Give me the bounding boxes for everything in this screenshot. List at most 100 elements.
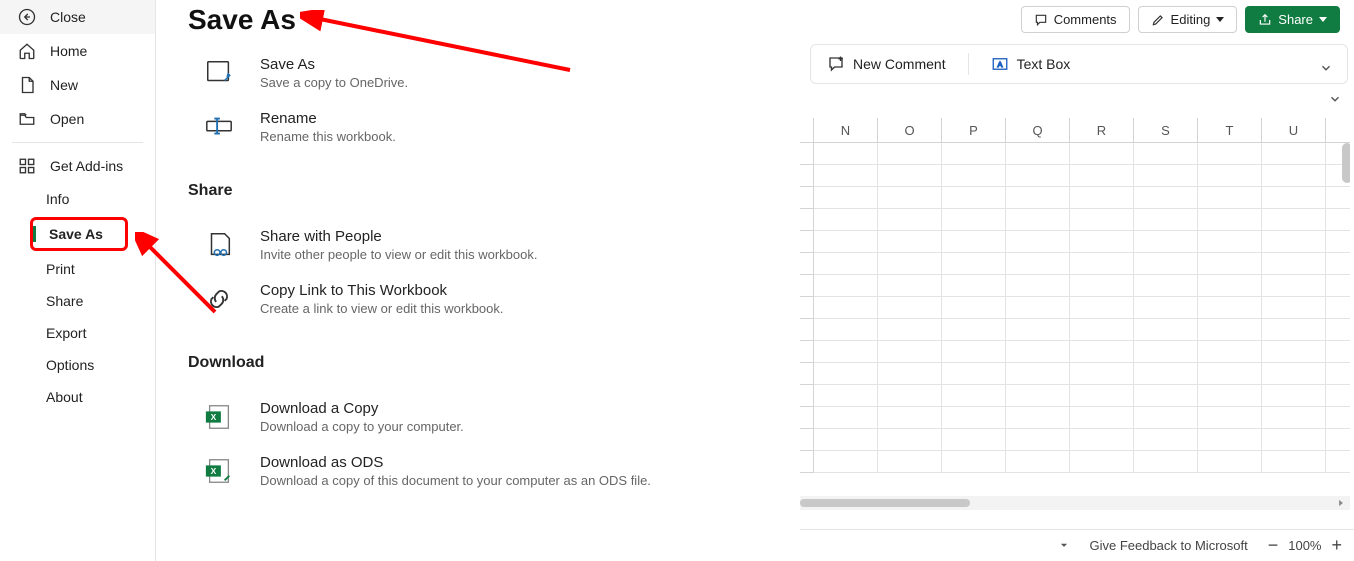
cell[interactable] <box>942 297 1006 319</box>
col-header[interactable]: V <box>1326 118 1350 142</box>
cell[interactable] <box>1006 275 1070 297</box>
cell[interactable] <box>1070 275 1134 297</box>
cell[interactable] <box>1006 187 1070 209</box>
cell[interactable] <box>1070 319 1134 341</box>
cell[interactable] <box>942 363 1006 385</box>
editing-button[interactable]: Editing <box>1138 6 1238 33</box>
cell[interactable] <box>1006 451 1070 473</box>
cell[interactable] <box>878 209 942 231</box>
cell[interactable] <box>814 407 878 429</box>
cell[interactable] <box>1006 231 1070 253</box>
cell[interactable] <box>1262 363 1326 385</box>
cell[interactable] <box>1006 253 1070 275</box>
comments-button[interactable]: Comments <box>1021 6 1130 33</box>
cell[interactable] <box>1262 187 1326 209</box>
row-gutter[interactable] <box>800 363 814 385</box>
col-header[interactable]: O <box>878 118 942 142</box>
cell[interactable] <box>1006 165 1070 187</box>
cell[interactable] <box>1070 209 1134 231</box>
cell[interactable] <box>1006 429 1070 451</box>
cell[interactable] <box>1198 451 1262 473</box>
row-gutter[interactable] <box>800 275 814 297</box>
col-header[interactable]: R <box>1070 118 1134 142</box>
cell[interactable] <box>878 297 942 319</box>
text-box-button[interactable]: A Text Box <box>985 51 1077 77</box>
cell[interactable] <box>942 429 1006 451</box>
cell[interactable] <box>878 451 942 473</box>
row-gutter[interactable] <box>800 165 814 187</box>
cell[interactable] <box>1006 319 1070 341</box>
info-item[interactable]: Info <box>0 183 155 215</box>
col-header[interactable]: Q <box>1006 118 1070 142</box>
cell[interactable] <box>1070 253 1134 275</box>
cell[interactable] <box>1326 407 1350 429</box>
cell[interactable] <box>814 363 878 385</box>
scroll-right-button[interactable] <box>1334 496 1348 510</box>
cell[interactable] <box>1070 187 1134 209</box>
spreadsheet-grid[interactable]: NOPQRSTUV <box>800 118 1350 491</box>
cell[interactable] <box>1262 143 1326 165</box>
close-item[interactable]: Close <box>0 0 155 34</box>
cell[interactable] <box>1134 385 1198 407</box>
options-item[interactable]: Options <box>0 349 155 381</box>
cell[interactable] <box>1006 385 1070 407</box>
cell[interactable] <box>1262 429 1326 451</box>
cell[interactable] <box>1326 429 1350 451</box>
vertical-scrollbar-thumb[interactable] <box>1342 143 1350 183</box>
feedback-link[interactable]: Give Feedback to Microsoft <box>1089 538 1247 553</box>
cell[interactable] <box>1262 231 1326 253</box>
cell[interactable] <box>1262 451 1326 473</box>
cell[interactable] <box>1006 143 1070 165</box>
cell[interactable] <box>1198 187 1262 209</box>
cell[interactable] <box>814 451 878 473</box>
col-header-blank[interactable] <box>800 118 814 142</box>
cell[interactable] <box>1326 231 1350 253</box>
cell[interactable] <box>1006 363 1070 385</box>
cell[interactable] <box>1326 451 1350 473</box>
cell[interactable] <box>814 187 878 209</box>
get-addins-item[interactable]: Get Add-ins <box>0 149 155 183</box>
cell[interactable] <box>814 143 878 165</box>
cell[interactable] <box>814 341 878 363</box>
cell[interactable] <box>1262 407 1326 429</box>
cell[interactable] <box>1262 319 1326 341</box>
col-header[interactable]: N <box>814 118 878 142</box>
cell[interactable] <box>1070 385 1134 407</box>
cell[interactable] <box>1198 341 1262 363</box>
col-header[interactable]: U <box>1262 118 1326 142</box>
cell[interactable] <box>1198 143 1262 165</box>
cell[interactable] <box>1262 253 1326 275</box>
cell[interactable] <box>878 275 942 297</box>
col-header[interactable]: S <box>1134 118 1198 142</box>
cell[interactable] <box>878 319 942 341</box>
cell[interactable] <box>814 253 878 275</box>
row-gutter[interactable] <box>800 429 814 451</box>
cell[interactable] <box>1198 275 1262 297</box>
cell[interactable] <box>1326 253 1350 275</box>
download-copy-action[interactable]: X Download a Copy Download a copy to you… <box>188 390 768 444</box>
row-gutter[interactable] <box>800 209 814 231</box>
share-item[interactable]: Share <box>0 285 155 317</box>
cell[interactable] <box>1070 451 1134 473</box>
cell[interactable] <box>878 385 942 407</box>
cell[interactable] <box>1326 341 1350 363</box>
row-gutter[interactable] <box>800 297 814 319</box>
ribbon-more-caret[interactable] <box>1319 61 1335 77</box>
rename-action[interactable]: Rename Rename this workbook. <box>188 100 768 154</box>
row-gutter[interactable] <box>800 451 814 473</box>
cell[interactable] <box>1070 363 1134 385</box>
row-gutter[interactable] <box>800 407 814 429</box>
cell[interactable] <box>1070 341 1134 363</box>
cell[interactable] <box>1198 209 1262 231</box>
cell[interactable] <box>942 187 1006 209</box>
zoom-out-button[interactable]: − <box>1268 535 1279 556</box>
cell[interactable] <box>1070 407 1134 429</box>
cell[interactable] <box>1134 231 1198 253</box>
row-gutter[interactable] <box>800 319 814 341</box>
col-header[interactable]: T <box>1198 118 1262 142</box>
cell[interactable] <box>942 275 1006 297</box>
new-item[interactable]: New <box>0 68 155 102</box>
cell[interactable] <box>814 231 878 253</box>
row-gutter[interactable] <box>800 187 814 209</box>
cell[interactable] <box>1134 143 1198 165</box>
